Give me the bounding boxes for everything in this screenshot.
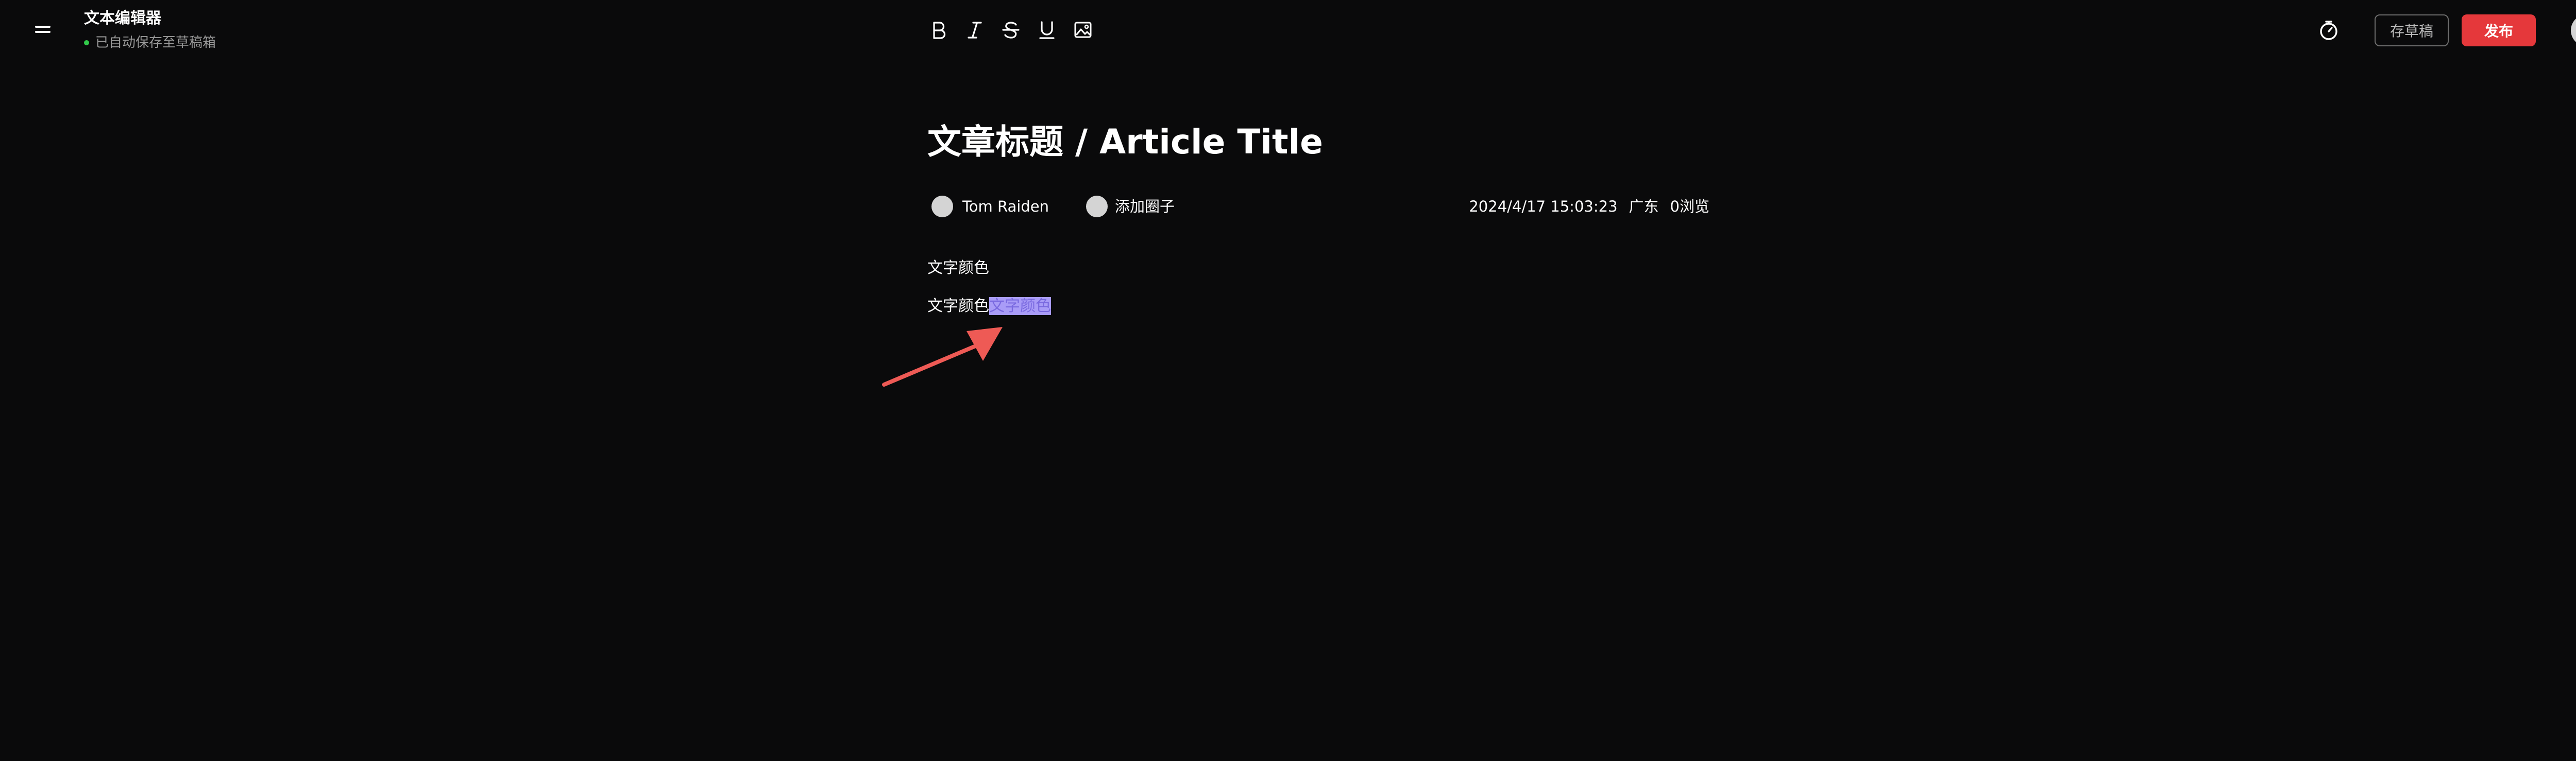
post-info: 2024/4/17 15:03:23 广东 0浏览 [1469,195,1709,218]
image-icon [1074,22,1092,38]
status-dot-icon [84,40,89,45]
annotation-arrow-icon [882,327,1003,387]
underline-button[interactable] [1036,19,1058,41]
save-status: 已自动保存至草稿箱 [84,35,216,50]
app-title: 文本编辑器 [84,9,161,27]
paragraph-text: 文字颜色 [927,259,989,277]
underline-icon [1039,21,1055,39]
formatting-toolbar [927,19,1108,41]
content-paragraph[interactable]: 文字颜色文字颜色 [927,294,1051,319]
post-location: 广东 [1629,198,1659,215]
italic-button[interactable] [963,19,986,41]
timer-icon[interactable] [2317,19,2341,42]
author-avatar [931,196,953,217]
add-circle-link[interactable]: 添加圈子 [1115,195,1175,218]
bold-icon [933,22,946,39]
save-status-text: 已自动保存至草稿箱 [95,35,216,50]
publish-button[interactable]: 发布 [2462,14,2536,46]
italic-icon [968,22,982,39]
editor-page: 文本编辑器 已自动保存至草稿箱 存草稿 发布 文章标题 / Article Ti… [0,0,2576,761]
bold-button[interactable] [927,19,950,41]
hamburger-menu-icon[interactable] [35,26,50,33]
article-meta: Tom Raiden 添加圈子 2024/4/17 15:03:23 广东 0浏览 [931,195,1709,218]
post-datetime: 2024/4/17 15:03:23 [1469,198,1618,215]
paragraph-text: 文字颜色 [927,297,989,315]
author-name: Tom Raiden [962,198,1049,215]
strikethrough-button[interactable] [999,19,1022,41]
view-count: 0浏览 [1670,198,1709,215]
strikethrough-icon [1002,22,1020,39]
content-paragraph[interactable]: 文字颜色 [927,256,989,281]
image-button[interactable] [1072,19,1094,41]
save-draft-button[interactable]: 存草稿 [2375,14,2449,46]
article-title[interactable]: 文章标题 / Article Title [927,117,1323,167]
selected-text[interactable]: 文字颜色 [989,297,1051,315]
user-avatar[interactable] [2571,14,2576,46]
circle-avatar [1086,196,1108,217]
